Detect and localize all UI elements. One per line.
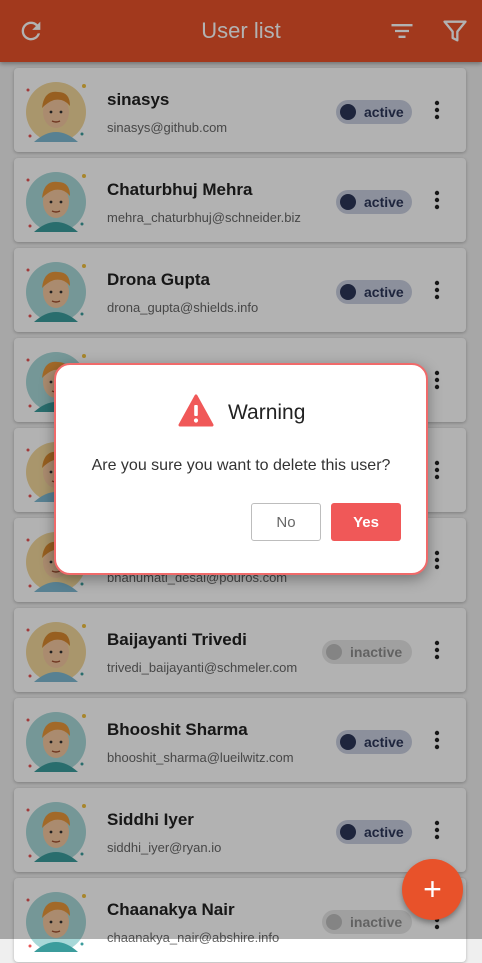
add-user-button[interactable]: + <box>402 859 463 920</box>
warning-dialog: Warning Are you sure you want to delete … <box>54 363 428 575</box>
no-button[interactable]: No <box>251 503 321 541</box>
dialog-message: Are you sure you want to delete this use… <box>91 457 391 474</box>
yes-button[interactable]: Yes <box>331 503 401 541</box>
dialog-title: Warning <box>228 401 306 424</box>
warning-icon <box>178 394 214 428</box>
